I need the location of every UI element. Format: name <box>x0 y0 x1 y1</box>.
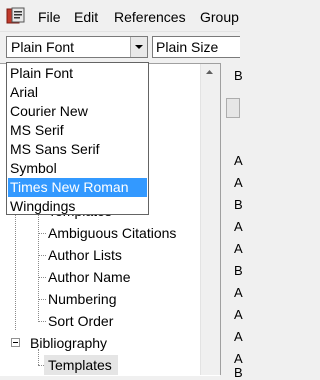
tree-line-h3 <box>38 277 46 278</box>
size-select-value: Plain Size <box>156 39 219 55</box>
right-fragment: B <box>234 365 243 380</box>
scroll-up-button[interactable] <box>200 64 219 80</box>
font-option-ms-serif[interactable]: MS Serif <box>8 121 147 140</box>
tree-item-bibliography-templates[interactable]: Templates <box>48 357 112 373</box>
font-option-wingdings[interactable]: Wingdings <box>8 197 147 216</box>
tree-item-author-name[interactable]: Author Name <box>48 269 130 285</box>
menu-file[interactable]: File <box>38 9 61 25</box>
expander-minus-icon <box>13 342 18 343</box>
tree-line-root <box>15 200 16 330</box>
tree-item-numbering[interactable]: Numbering <box>48 291 116 307</box>
tree-item-bibliography[interactable]: Bibliography <box>30 335 107 351</box>
right-fragment: A <box>234 351 243 366</box>
menu-references[interactable]: References <box>114 9 186 25</box>
font-option-times-new-roman[interactable]: Times New Roman <box>8 178 147 197</box>
bibliography-expander[interactable] <box>11 338 20 347</box>
tree-line-h2 <box>38 255 46 256</box>
scroll-up-arrow-icon <box>206 70 213 74</box>
app-icon[interactable] <box>6 7 26 25</box>
right-fragment: A <box>234 153 243 168</box>
right-fragment: A <box>234 219 243 234</box>
menu-bar: File Edit References Group <box>0 0 240 31</box>
font-option-plain-font[interactable]: Plain Font <box>8 64 147 83</box>
tree-item-author-lists[interactable]: Author Lists <box>48 247 122 263</box>
right-panel-button[interactable] <box>226 98 240 118</box>
tree-line-h1 <box>38 233 46 234</box>
right-fragment: A <box>234 241 243 256</box>
font-dropdown-list: Plain Font Arial Courier New MS Serif MS… <box>6 62 149 215</box>
dropdown-arrow-icon <box>135 45 143 49</box>
font-select[interactable]: Plain Font <box>6 36 148 58</box>
font-select-value: Plain Font <box>11 39 75 55</box>
menu-edit[interactable]: Edit <box>74 9 98 25</box>
tree-line-h5 <box>38 321 46 322</box>
right-fragment: A <box>234 329 243 344</box>
size-select[interactable]: Plain Size <box>152 36 240 58</box>
tree-line-citations <box>38 200 39 322</box>
font-option-symbol[interactable]: Symbol <box>8 159 147 178</box>
right-fragment: A <box>234 307 243 322</box>
right-fragment: A <box>234 175 243 190</box>
tree-scrollbar[interactable] <box>200 64 220 375</box>
tree-line-bibliography <box>38 349 39 365</box>
tree-line-h4 <box>38 299 46 300</box>
font-option-courier-new[interactable]: Courier New <box>8 102 147 121</box>
font-select-button[interactable] <box>130 37 147 57</box>
tree-item-ambiguous-citations[interactable]: Ambiguous Citations <box>48 225 176 241</box>
right-fragment: B <box>234 197 243 212</box>
font-option-ms-sans-serif[interactable]: MS Sans Serif <box>8 140 147 159</box>
right-fragment: B <box>234 263 243 278</box>
font-option-arial[interactable]: Arial <box>8 83 147 102</box>
menu-groups[interactable]: Group <box>200 9 239 25</box>
right-fragment: B <box>234 68 243 83</box>
right-fragment: A <box>234 285 243 300</box>
tree-item-sort-order[interactable]: Sort Order <box>48 313 113 329</box>
